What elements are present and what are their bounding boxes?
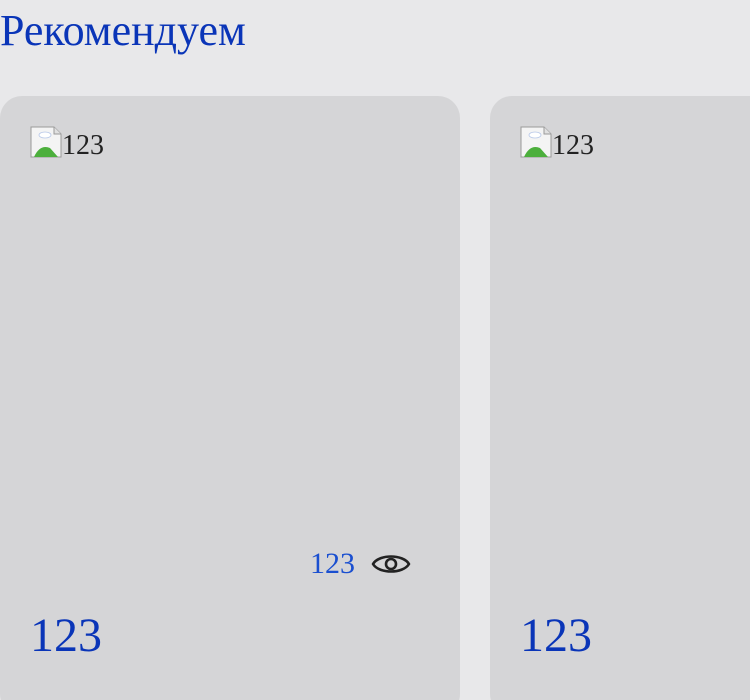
card-title[interactable]: 123: [30, 606, 102, 666]
card-image: 123: [520, 126, 594, 161]
recommendation-card[interactable]: 123 123 123: [0, 96, 460, 700]
views-count: 123: [310, 547, 355, 580]
recommendations-carousel: 123 123 123 123 123: [0, 96, 750, 700]
section-title: Рекомендуем: [0, 6, 246, 55]
card-views: 123: [310, 548, 411, 580]
broken-image-icon: [520, 126, 552, 158]
card-image-alt-text: 123: [62, 130, 104, 161]
eye-icon: [371, 548, 411, 580]
broken-image-icon: [30, 126, 62, 158]
card-title[interactable]: 123: [520, 606, 592, 666]
recommendation-card[interactable]: 123 123: [490, 96, 750, 700]
card-image-alt-text: 123: [552, 130, 594, 161]
card-image: 123: [30, 126, 104, 161]
